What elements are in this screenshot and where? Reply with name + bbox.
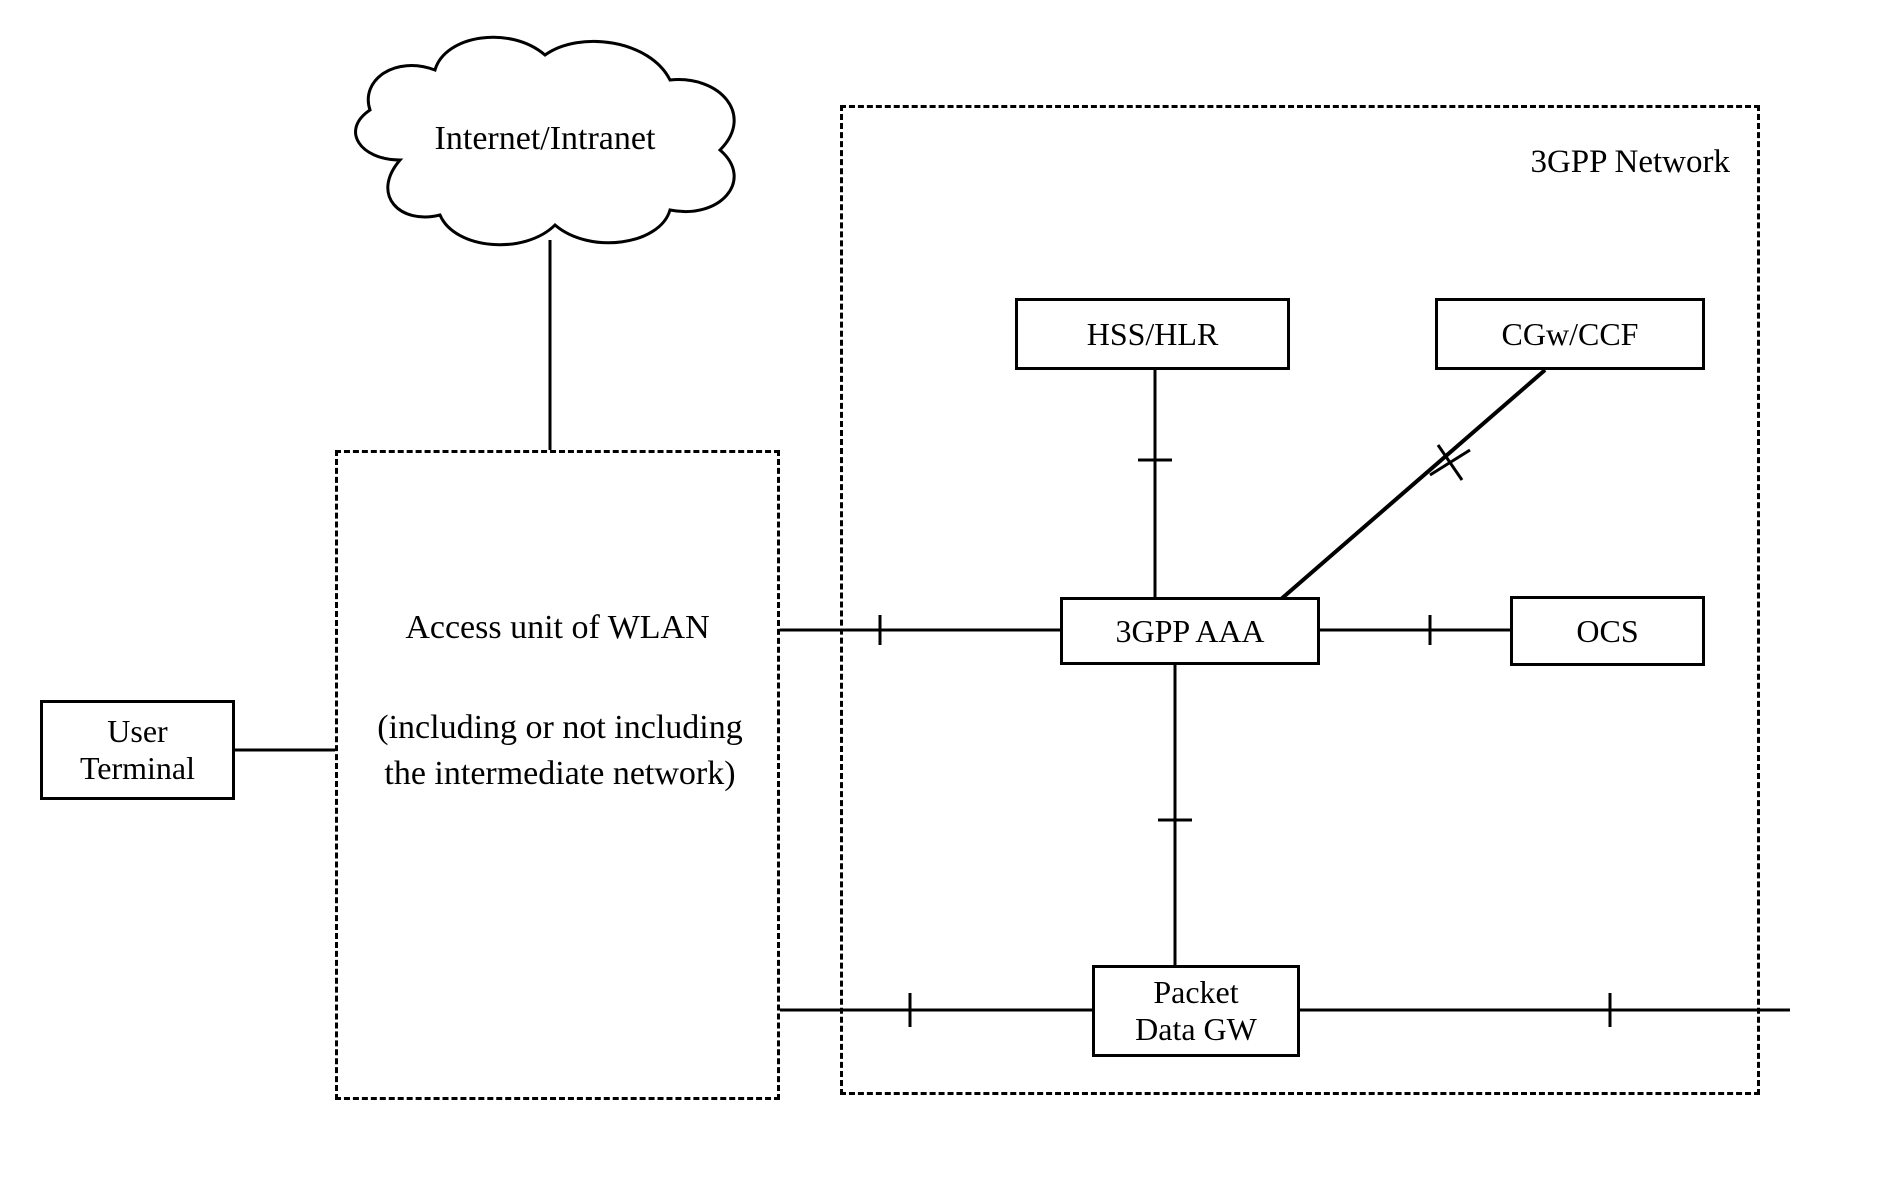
ocs-label: OCS [1576,613,1638,650]
user-terminal-node: User Terminal [40,700,235,800]
gpp-aaa-node: 3GPP AAA [1060,597,1320,665]
cgw-ccf-node: CGw/CCF [1435,298,1705,370]
cgw-ccf-label: CGw/CCF [1502,316,1639,353]
gpp-aaa-label: 3GPP AAA [1115,613,1264,650]
hss-hlr-node: HSS/HLR [1015,298,1290,370]
packet-data-gw-label: Packet Data GW [1135,974,1257,1048]
gpp-network-label: 3GPP Network [1450,140,1730,185]
hss-hlr-label: HSS/HLR [1087,316,1219,353]
packet-data-gw-node: Packet Data GW [1092,965,1300,1057]
wlan-sub-label: (including or not including the intermed… [355,705,765,797]
ocs-node: OCS [1510,596,1705,666]
internet-cloud-label: Internet/Intranet [395,116,695,162]
wlan-title-label: Access unit of WLAN [360,605,755,651]
user-terminal-label: User Terminal [80,713,195,787]
